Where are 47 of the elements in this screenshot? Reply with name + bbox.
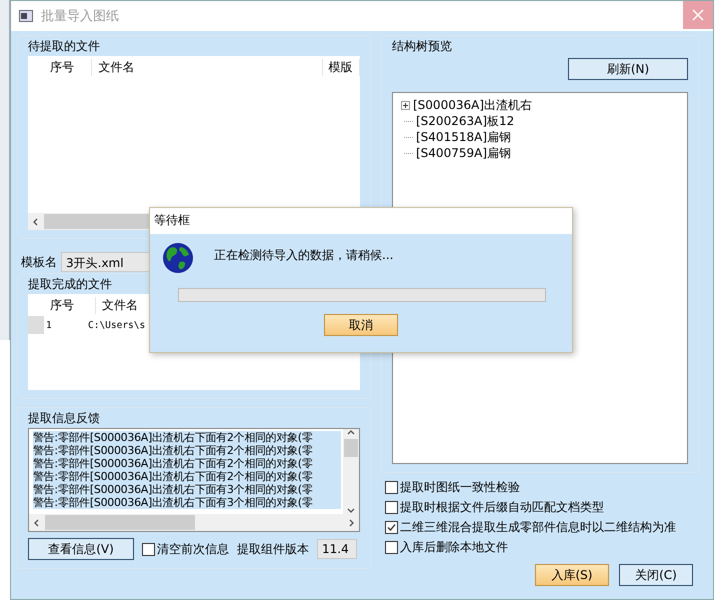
scroll-thumb[interactable] (344, 439, 358, 457)
template-label: 模板名 (21, 254, 57, 270)
checkbox-icon (385, 521, 398, 534)
tree-item[interactable]: [S400759A]扁钢 (416, 144, 511, 162)
option-checkbox[interactable]: 二维三维混合提取生成零部件信息时以二维结构为准 (385, 519, 699, 536)
group-title: 结构树预览 (392, 38, 453, 54)
dialog-button[interactable]: 关闭(C) (619, 564, 693, 586)
window-icon (19, 10, 33, 22)
checkbox-icon (385, 501, 398, 514)
tree-item[interactable]: [S000036A]出渣机右 (413, 96, 532, 114)
scroll-down-icon[interactable] (347, 506, 355, 514)
version-field[interactable]: 11.4 (317, 539, 357, 559)
column-header[interactable]: 序号 (44, 296, 96, 314)
refresh-button[interactable]: 刷新(N) (568, 58, 688, 80)
option-checkbox[interactable]: 提取时根据文件后缀自动匹配文档类型 (385, 499, 699, 516)
table-cell-text: C:\Users\s (87, 320, 144, 330)
column-header[interactable]: 序号 (44, 58, 92, 76)
dialog-button[interactable]: 入库(S) (535, 564, 609, 586)
window-title: 批量导入图纸 (41, 8, 120, 25)
wait-message: 正在检测待导入的数据，请稍候... (214, 247, 394, 264)
checkbox-icon (142, 542, 155, 556)
view-info-button[interactable]: 查看信息(V) (28, 538, 134, 560)
plus-box-icon[interactable] (401, 100, 410, 110)
group-title: 提取信息反馈 (28, 410, 101, 426)
checkbox-icon (385, 541, 398, 554)
table-cell-text: 1 (45, 320, 53, 330)
horizontal-scrollbar[interactable] (29, 514, 359, 531)
checkbox-icon (385, 481, 398, 494)
cancel-button[interactable]: 取消 (324, 314, 398, 336)
group-title: 待提取的文件 (28, 38, 101, 54)
scroll-right-icon[interactable] (347, 518, 355, 526)
clear-previous-checkbox[interactable]: 清空前次信息 (142, 540, 229, 558)
scroll-left-icon[interactable] (33, 518, 41, 526)
option-checkbox[interactable]: 入库后删除本地文件 (385, 539, 699, 556)
column-header[interactable]: 文件名 (92, 58, 323, 76)
group-title: 提取完成的文件 (28, 276, 113, 292)
scroll-up-icon[interactable] (347, 429, 355, 437)
option-checkbox[interactable]: 提取时图纸一致性检验 (385, 479, 699, 496)
column-header[interactable]: 模版 (322, 58, 360, 76)
close-icon (692, 9, 704, 21)
vertical-scrollbar[interactable] (343, 429, 359, 514)
globe-icon (162, 242, 194, 274)
dialog-title: 等待框 (154, 213, 190, 227)
tree-item[interactable]: [S401518A]扁钢 (416, 128, 511, 146)
scroll-left-icon[interactable] (32, 218, 40, 226)
version-label: 提取组件版本 (237, 540, 309, 558)
tree-item[interactable]: [S200263A]板12 (416, 112, 514, 130)
